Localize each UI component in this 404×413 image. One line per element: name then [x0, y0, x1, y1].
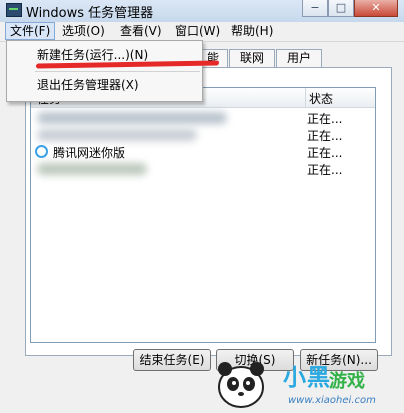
- table-row[interactable]: 正在...: [31, 161, 375, 178]
- panda-icon: [218, 362, 264, 408]
- end-task-button[interactable]: 结束任务(E): [133, 349, 211, 371]
- title-bar: Windows 任务管理器 − □ ✕: [0, 0, 404, 23]
- header-divider: [305, 88, 306, 107]
- menu-help[interactable]: 帮助(H): [227, 23, 277, 39]
- menu-item-exit[interactable]: 退出任务管理器(X): [37, 75, 139, 95]
- maximize-button[interactable]: □: [328, 0, 354, 17]
- menu-window[interactable]: 窗口(W): [171, 23, 224, 39]
- table-row[interactable]: 正在...: [31, 127, 375, 144]
- blurred-task-name: [37, 129, 197, 141]
- row-status: 正在...: [307, 146, 343, 160]
- menu-separator: [35, 71, 200, 72]
- task-list[interactable]: 任务 状态 正在... 正在... 腾讯网迷你版 正在... 正在...: [30, 87, 376, 343]
- menu-options[interactable]: 选项(O): [58, 23, 109, 39]
- row-status: 正在...: [307, 129, 343, 143]
- watermark-brand: 小黑: [283, 365, 331, 391]
- table-row[interactable]: 腾讯网迷你版 正在...: [31, 144, 375, 161]
- tencent-icon: [35, 145, 48, 158]
- table-row[interactable]: 正在...: [31, 110, 375, 127]
- blurred-task-name: [37, 112, 227, 124]
- task-manager-icon: [6, 3, 22, 17]
- menu-bar: 文件(F) 选项(O) 查看(V) 窗口(W) 帮助(H): [0, 22, 404, 42]
- watermark-url: www.xiaohei.com: [288, 395, 376, 406]
- blurred-task-name: [37, 163, 147, 175]
- header-status[interactable]: 状态: [309, 90, 333, 107]
- row-status: 正在...: [307, 112, 343, 126]
- close-button[interactable]: ✕: [354, 0, 398, 17]
- minimize-button[interactable]: −: [302, 0, 328, 17]
- menu-file[interactable]: 文件(F): [5, 22, 56, 40]
- watermark-brand-games: 游戏: [329, 371, 365, 392]
- menu-view[interactable]: 查看(V): [116, 23, 166, 39]
- watermark-logo: 小黑 游戏 www.xiaohei.com: [209, 350, 404, 413]
- window-title: Windows 任务管理器: [26, 6, 154, 21]
- tab-networking[interactable]: 联网: [229, 49, 275, 67]
- row-task-name: 腾讯网迷你版: [53, 146, 126, 160]
- row-status: 正在...: [307, 163, 343, 177]
- file-menu-dropdown: 新建任务(运行...)(N) 退出任务管理器(X): [6, 40, 203, 102]
- tab-users[interactable]: 用户: [276, 49, 322, 67]
